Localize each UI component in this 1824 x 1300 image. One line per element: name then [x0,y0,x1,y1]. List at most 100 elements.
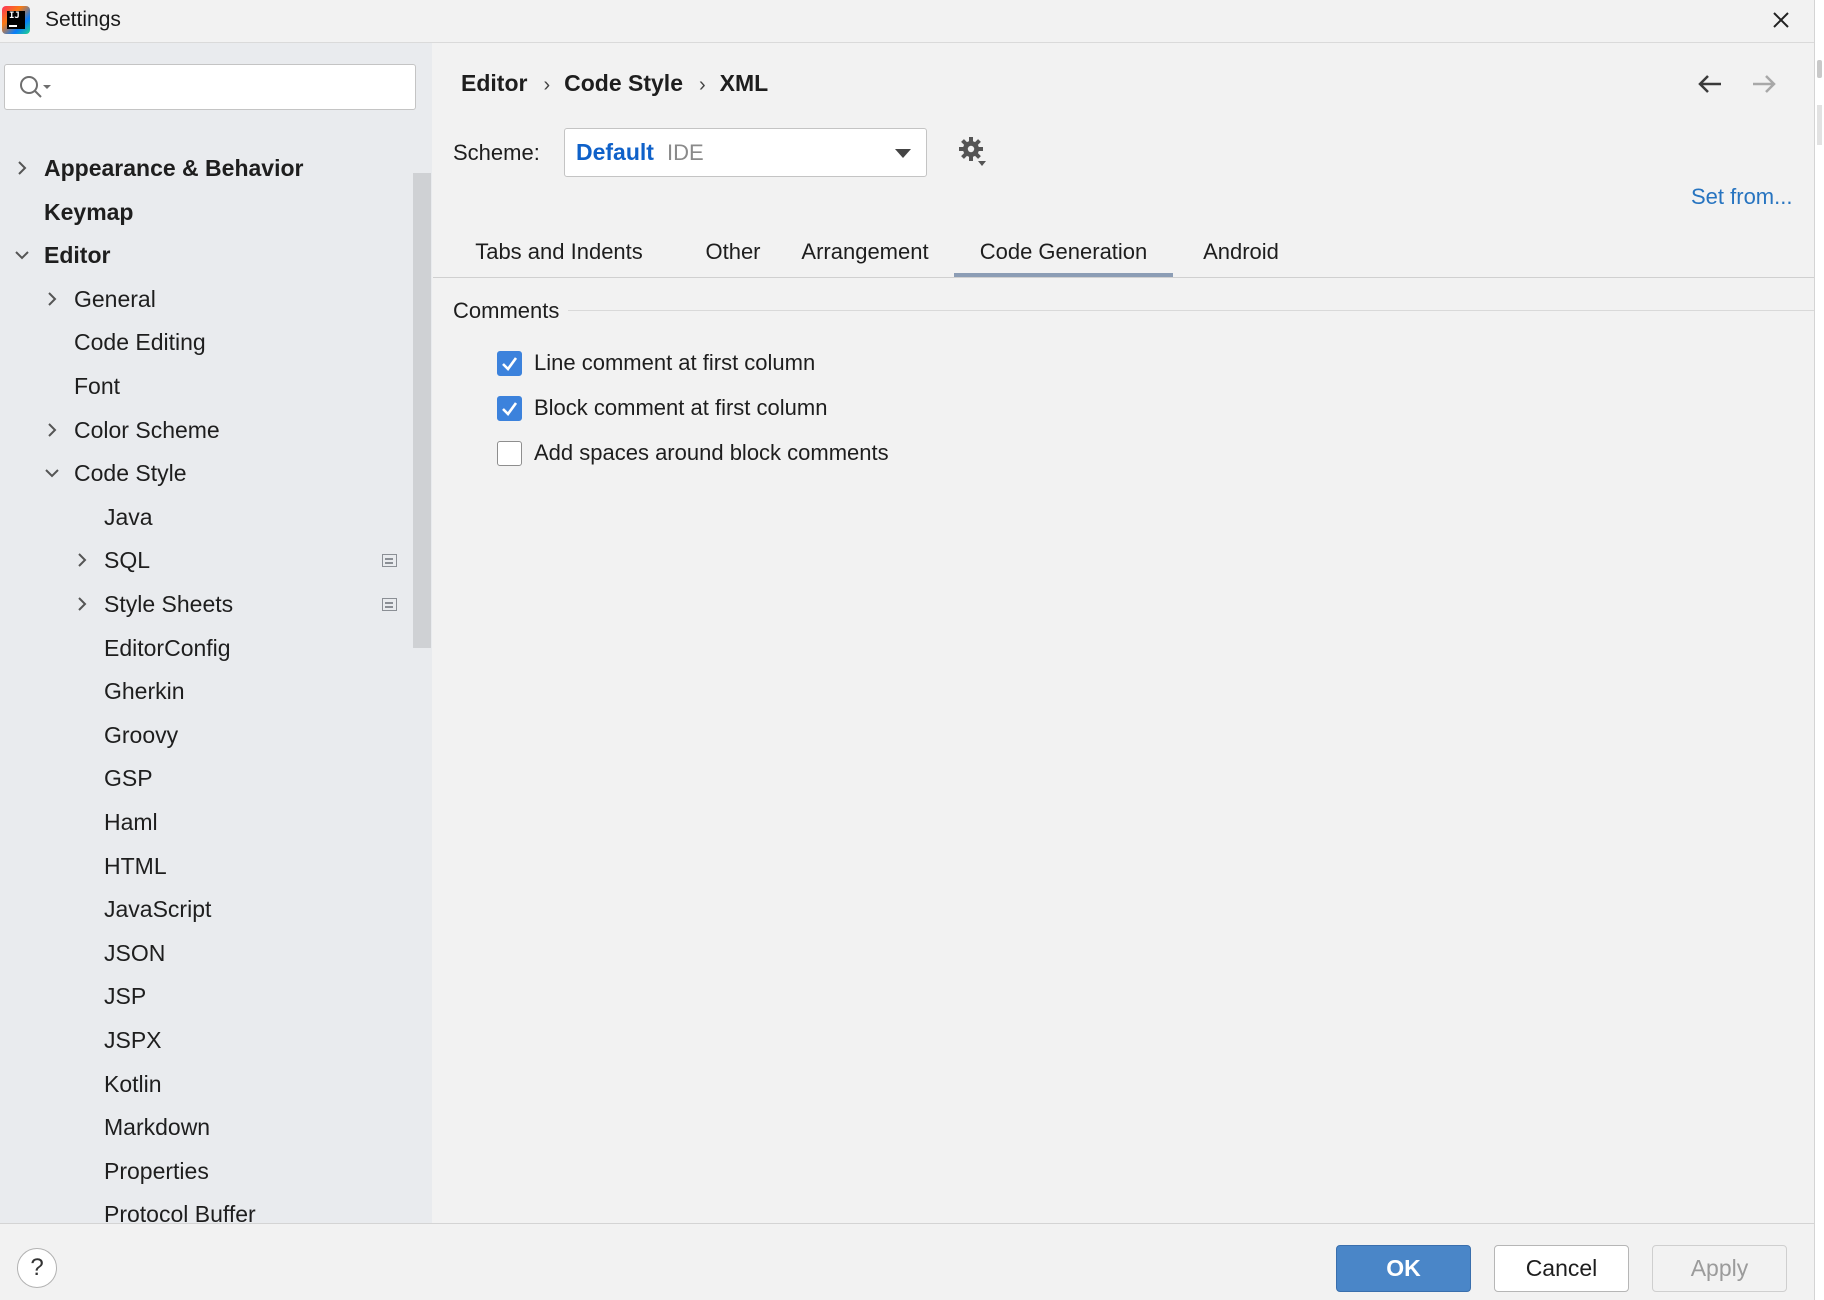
sidebar-item[interactable]: Editor [0,235,412,275]
chevron-right-icon[interactable] [73,595,91,613]
settings-sidebar: Appearance & Behavior Keymap Editor General… [0,43,432,1223]
scheme-dropdown[interactable]: Default IDE [564,128,927,177]
chevron-down-icon[interactable] [43,464,61,482]
sidebar-item[interactable]: Groovy [0,715,412,755]
option-label: Add spaces around block comments [534,440,889,465]
sidebar-item[interactable]: Appearance & Behavior [0,148,412,188]
forward-button[interactable] [1750,72,1778,101]
scheme-label: Scheme: [453,140,540,165]
sidebar-item-label: Font [74,373,121,399]
sidebar-item-label: Groovy [104,722,179,748]
sidebar-item[interactable]: Code Editing [0,322,412,362]
intellij-logo-icon: IJ [2,6,30,34]
sidebar-item-label: HTML [104,853,167,879]
arrow-right-icon [1753,75,1776,93]
chevron-right-icon[interactable] [73,551,91,569]
sidebar-item-label: Properties [104,1158,209,1184]
window-title: Settings [45,8,121,31]
scheme-name: Default [576,139,654,165]
sidebar-item[interactable]: Style Sheets [0,584,412,624]
sidebar-item[interactable]: Java [0,497,412,537]
chevron-right-icon[interactable] [43,421,61,439]
sidebar-item[interactable]: JSON [0,933,412,973]
ok-button[interactable]: OK [1336,1245,1471,1292]
scheme-actions-button[interactable] [958,136,992,175]
back-button[interactable] [1696,72,1724,101]
sidebar-item-label: Haml [104,809,158,835]
sidebar-item[interactable]: JSPX [0,1020,412,1060]
breadcrumb-separator-icon: › [543,74,551,96]
breadcrumb-item[interactable]: Code Style [564,70,683,96]
settings-tree: Appearance & Behavior Keymap Editor General… [0,148,412,1223]
sidebar-item-label: Appearance & Behavior [44,155,304,181]
checkbox-checked[interactable] [497,351,522,376]
chevron-right-icon[interactable] [43,290,61,308]
sidebar-item[interactable]: Haml [0,802,412,842]
settings-dialog: IJ Settings Appearance & Behavior Keymap E… [0,0,1814,1300]
sidebar-item-label: Protocol Buffer [104,1201,256,1223]
sidebar-item-label: Markdown [104,1114,211,1140]
breadcrumb-separator-icon: › [699,74,706,96]
sidebar-item-label: JSON [104,940,166,966]
sidebar-item-label: Gherkin [104,678,185,704]
sidebar-item[interactable]: GSP [0,758,412,798]
checkmark-icon [502,402,518,416]
sidebar-item[interactable]: HTML [0,846,412,886]
sidebar-item[interactable]: Keymap [0,192,412,232]
sidebar-item-label: SQL [104,547,151,573]
chevron-down-icon[interactable] [13,246,31,264]
sidebar-item[interactable]: Properties [0,1151,412,1191]
tab-other[interactable]: Other [685,230,781,276]
checkbox-checked[interactable] [497,396,522,421]
apply-button[interactable]: Apply [1652,1245,1787,1292]
sidebar-item[interactable]: JSP [0,976,412,1016]
sidebar-item[interactable]: SQL [0,540,412,580]
sidebar-item-label: Kotlin [104,1071,162,1097]
breadcrumb-item[interactable]: Editor [461,70,527,96]
sidebar-item[interactable]: Color Scheme [0,410,412,450]
search-icon [20,76,51,98]
help-button[interactable]: ? [17,1248,57,1288]
sidebar-item-label: Color Scheme [74,417,220,443]
sidebar-item-label: JSP [104,983,147,1009]
sidebar-item[interactable]: Code Style [0,453,412,493]
sidebar-item[interactable]: Gherkin [0,671,412,711]
sidebar-item-label: JSPX [104,1027,162,1053]
chevron-right-icon[interactable] [13,159,31,177]
title-bar: IJ Settings [0,0,1814,43]
sidebar-item-label: EditorConfig [104,635,231,661]
window-edge [1814,0,1824,1300]
close-icon [1773,12,1789,28]
sidebar-item-label: General [74,286,156,312]
tab-arrangement[interactable]: Arrangement [781,230,949,276]
tab-code-generation[interactable]: Code Generation [954,230,1173,277]
checkmark-icon [502,357,518,371]
tab-bar: Tabs and Indents Other Arrangement Code … [433,230,1814,278]
sidebar-item[interactable]: JavaScript [0,889,412,929]
sidebar-item-label: Keymap [44,199,134,225]
settings-search-input[interactable] [4,64,416,110]
sidebar-item-label: Editor [44,242,111,268]
sidebar-item[interactable]: Protocol Buffer [0,1194,412,1223]
sidebar-item-label: GSP [104,765,153,791]
sidebar-item[interactable]: General [0,279,412,319]
section-divider [453,310,1814,311]
sidebar-item[interactable]: Markdown [0,1107,412,1147]
checkbox-unchecked[interactable] [497,441,522,466]
sidebar-scrollbar-thumb[interactable] [413,173,431,648]
footer-divider [0,1223,1814,1224]
sidebar-item[interactable]: Kotlin [0,1064,412,1104]
arrow-left-icon [1698,75,1721,93]
sidebar-item[interactable]: Font [0,366,412,406]
comments-section-title: Comments [453,298,569,324]
close-button[interactable] [1764,3,1798,37]
sidebar-item[interactable]: EditorConfig [0,628,412,668]
breadcrumb: Editor › Code Style › XML [461,70,768,97]
cancel-button[interactable]: Cancel [1494,1245,1629,1292]
chevron-down-icon [895,149,911,158]
sidebar-item-label: Java [104,504,153,530]
set-from-link[interactable]: Set from... [1691,184,1792,210]
tab-android[interactable]: Android [1173,230,1309,276]
tab-tabs-and-indents[interactable]: Tabs and Indents [433,230,685,276]
scheme-kind: IDE [667,140,704,165]
